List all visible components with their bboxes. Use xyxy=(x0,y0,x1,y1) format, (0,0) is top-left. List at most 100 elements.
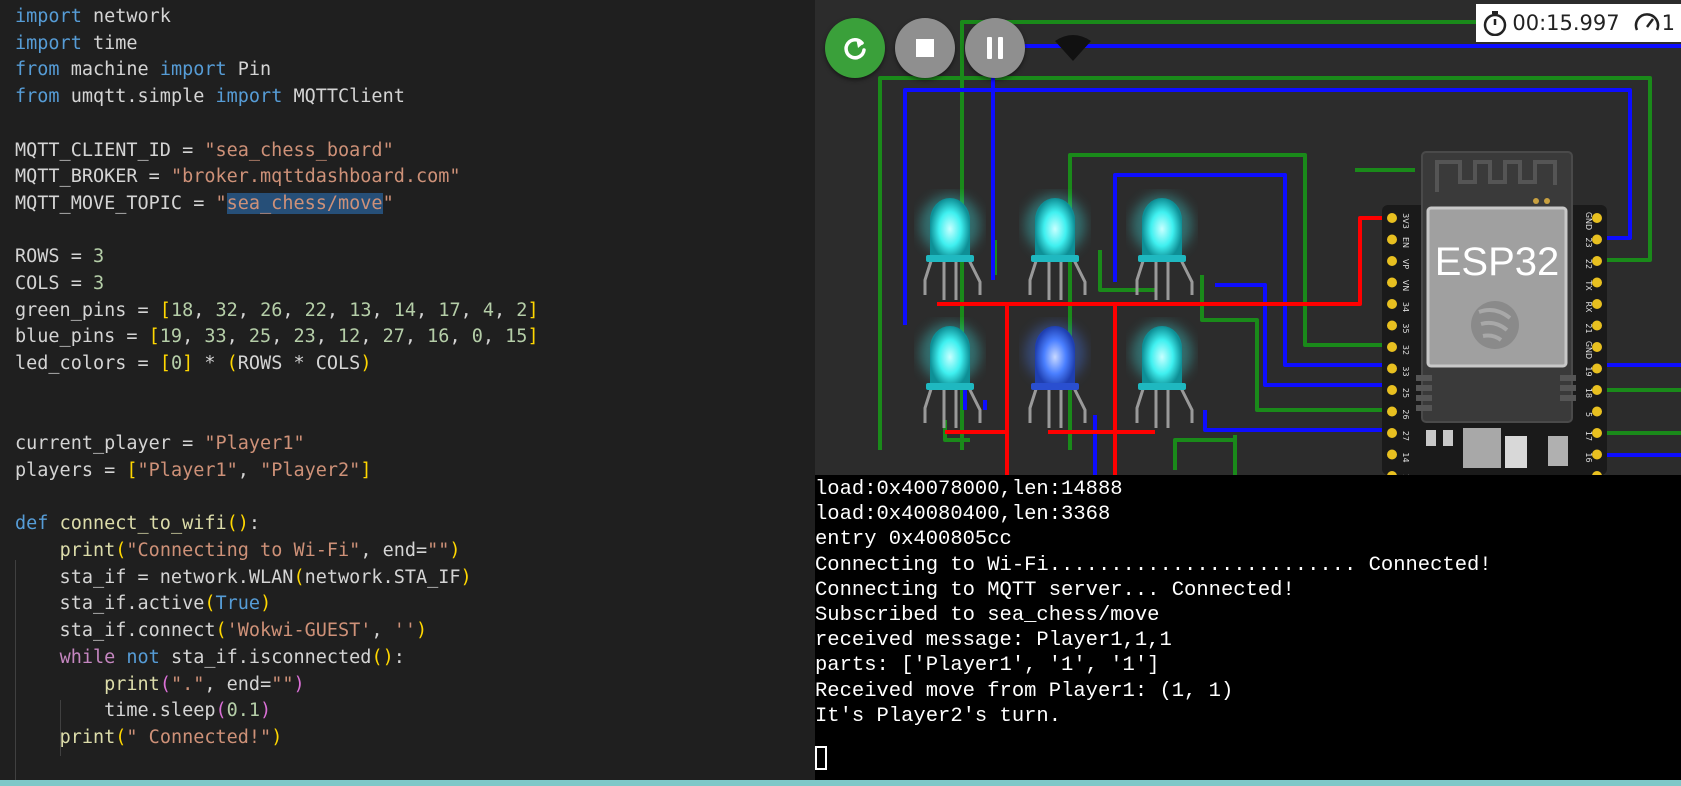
code-token: , xyxy=(460,299,483,321)
code-token: ( xyxy=(293,566,305,588)
code-line: led_colors = [0] * (ROWS * COLS) xyxy=(15,350,371,378)
code-token: , xyxy=(449,326,472,348)
code-token: [ xyxy=(126,459,138,481)
pin-label: EN xyxy=(1401,237,1410,248)
code-token: 23 xyxy=(293,326,316,348)
timer-value: 00:15.997 xyxy=(1512,11,1620,35)
code-token: [ xyxy=(148,326,160,348)
code-line: COLS = 3 xyxy=(15,270,104,298)
code-token: , xyxy=(416,299,439,321)
pause-button[interactable] xyxy=(965,18,1025,78)
code-token: ) xyxy=(271,726,283,748)
simulator-canvas[interactable]: ESP32 3V3ENVPVN343532332526271412GND2322… xyxy=(815,0,1681,475)
code-token: time xyxy=(81,32,138,54)
serial-line: entry 0x400805cc xyxy=(815,528,1012,552)
left-header-pin[interactable] xyxy=(1387,234,1397,245)
code-token: , xyxy=(371,299,394,321)
code-token: ] xyxy=(360,459,372,481)
code-token: , xyxy=(315,326,339,348)
code-token: from xyxy=(15,59,60,81)
left-header-pin[interactable] xyxy=(1387,449,1397,460)
pin-label: 27 xyxy=(1401,431,1410,441)
code-token: players = xyxy=(15,459,127,481)
code-token: , xyxy=(482,326,506,348)
left-header-pin[interactable] xyxy=(1387,342,1397,352)
code-token: ROWS * COLS xyxy=(237,353,361,375)
left-header-pin[interactable] xyxy=(1387,277,1397,288)
left-header-pin[interactable] xyxy=(1387,320,1397,331)
code-token: MQTT_MOVE_TOPIC = xyxy=(15,192,216,214)
code-token: : xyxy=(248,513,261,535)
left-header-pin[interactable] xyxy=(1387,363,1397,374)
code-line: MQTT_BROKER = "broker.mqttdashboard.com" xyxy=(15,163,461,191)
code-token: () xyxy=(226,513,249,535)
led-r1c0 xyxy=(920,323,982,428)
code-token: ) xyxy=(449,540,461,561)
code-line: import time xyxy=(15,30,138,58)
pin-label: 22 xyxy=(1584,259,1593,269)
code-line: time.sleep(0.1) xyxy=(15,697,271,725)
code-token: " xyxy=(382,192,394,214)
code-token: led_colors = xyxy=(15,353,160,375)
code-token: network xyxy=(81,6,171,27)
code-line: current_player = "Player1" xyxy=(15,430,305,458)
left-header-pin[interactable] xyxy=(1387,256,1397,266)
code-token: , xyxy=(494,299,517,321)
left-header-pin[interactable] xyxy=(1387,385,1397,395)
left-header-pin[interactable] xyxy=(1387,213,1397,223)
code-token: while xyxy=(59,646,116,668)
code-token: ) xyxy=(293,673,305,695)
code-token: 0 xyxy=(471,326,483,348)
pin-label: 5 xyxy=(1584,412,1593,417)
pin-label: 26 xyxy=(1401,409,1410,419)
circuit-diagram: ESP32 3V3ENVPVN343532332526271412GND2322… xyxy=(878,20,1681,475)
speed-value: 1 xyxy=(1661,11,1675,35)
pin-label: GND xyxy=(1584,212,1593,230)
code-token: ( xyxy=(115,540,127,561)
code-token: Pin xyxy=(226,59,272,81)
code-token: green_pins = xyxy=(15,299,160,321)
serial-monitor[interactable]: load:0x40078000,len:14888 load:0x40080400… xyxy=(815,475,1681,780)
code-token: blue_pins = xyxy=(15,326,149,348)
left-header-pin[interactable] xyxy=(1387,428,1397,438)
code-token: : xyxy=(393,646,405,668)
code-token: ( xyxy=(204,593,216,615)
code-token: , xyxy=(237,459,261,481)
pin-label: 16 xyxy=(1584,452,1593,462)
code-token: () xyxy=(371,646,394,668)
restart-button[interactable] xyxy=(825,18,885,78)
code-token: ( xyxy=(215,700,227,722)
code-token: ) xyxy=(460,566,472,588)
code-token: ) xyxy=(260,700,272,722)
left-header-pin[interactable] xyxy=(1387,299,1397,309)
code-line: players = ["Player1", "Player2"] xyxy=(15,457,371,485)
code-token: 27 xyxy=(382,326,405,348)
code-token: , xyxy=(193,299,216,321)
chip-label: ESP32 xyxy=(1435,240,1560,284)
pin-label: 33 xyxy=(1401,366,1410,376)
code-token: 0 xyxy=(170,353,183,375)
code-token: import xyxy=(15,32,82,54)
code-editor[interactable]: import network import time from machine im… xyxy=(0,0,815,786)
code-token: time.sleep xyxy=(15,700,216,722)
code-token: ROWS = xyxy=(15,246,93,268)
stop-button[interactable] xyxy=(895,18,955,78)
serial-line: parts: ['Player1', '1', '1'] xyxy=(815,654,1160,678)
code-token: connect_to_wifi xyxy=(59,513,227,535)
code-token: 12 xyxy=(338,326,361,348)
left-header-pin[interactable] xyxy=(1387,406,1397,417)
pin-label: 23 xyxy=(1584,237,1593,247)
code-token: sea_chess/move xyxy=(226,192,383,214)
code-token: 13 xyxy=(349,299,372,321)
code-line: print("Connecting to Wi-Fi", end="") xyxy=(15,537,461,565)
stop-icon xyxy=(916,39,934,57)
code-line: print(".", end="") xyxy=(15,671,305,699)
code-token: import xyxy=(159,59,227,81)
code-token: 19 xyxy=(159,326,183,348)
pin-label: 19 xyxy=(1584,366,1593,376)
